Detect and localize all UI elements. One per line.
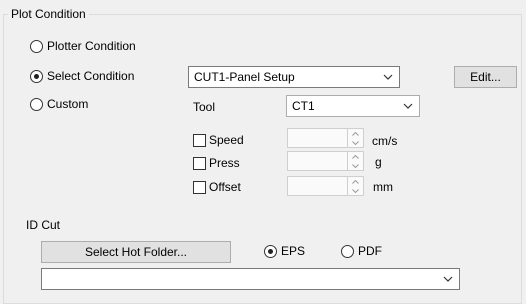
- press-checkbox[interactable]: Press: [193, 156, 240, 170]
- tool-dropdown-value: CT1: [292, 99, 315, 113]
- caret-up-icon[interactable]: [348, 152, 363, 161]
- tool-dropdown[interactable]: CT1: [286, 95, 420, 117]
- speed-unit: cm/s: [372, 134, 398, 148]
- offset-label: Offset: [209, 180, 241, 194]
- hot-folder-dropdown[interactable]: [41, 268, 460, 290]
- radio-indicator: [30, 97, 43, 111]
- speed-stepper[interactable]: [287, 128, 364, 148]
- chevron-down-icon: [377, 67, 399, 87]
- tool-label: Tool: [193, 100, 216, 114]
- offset-stepper[interactable]: [287, 176, 364, 196]
- caret-down-icon[interactable]: [348, 161, 363, 170]
- custom-radio[interactable]: Custom: [30, 97, 88, 111]
- checkbox-box: [193, 180, 206, 194]
- radio-indicator: [341, 244, 354, 258]
- id-cut-title: ID Cut: [26, 218, 61, 232]
- select-hot-folder-button[interactable]: Select Hot Folder...: [41, 241, 231, 263]
- caret-up-icon[interactable]: [348, 129, 363, 138]
- pdf-radio[interactable]: PDF: [341, 244, 382, 258]
- speed-label: Speed: [209, 133, 244, 147]
- chevron-down-icon: [397, 96, 419, 116]
- pdf-label: PDF: [358, 244, 382, 258]
- select-condition-radio[interactable]: Select Condition: [30, 69, 134, 83]
- speed-checkbox[interactable]: Speed: [193, 133, 244, 147]
- radio-indicator-selected: [264, 244, 277, 258]
- press-unit: g: [375, 155, 382, 169]
- offset-unit: mm: [373, 180, 393, 194]
- checkbox-box: [193, 156, 206, 170]
- press-stepper[interactable]: [287, 151, 364, 171]
- caret-down-icon[interactable]: [348, 186, 363, 195]
- radio-indicator: [30, 39, 43, 53]
- plot-condition-title: Plot Condition: [8, 7, 89, 21]
- checkbox-box: [193, 133, 206, 147]
- radio-indicator-selected: [30, 69, 43, 83]
- plotter-condition-label: Plotter Condition: [47, 39, 136, 53]
- condition-dropdown-value: CUT1-Panel Setup: [194, 70, 295, 84]
- press-label: Press: [209, 156, 240, 170]
- select-condition-label: Select Condition: [47, 69, 135, 83]
- custom-label: Custom: [47, 97, 89, 111]
- eps-radio[interactable]: EPS: [264, 244, 305, 258]
- chevron-down-icon: [437, 269, 459, 289]
- offset-checkbox[interactable]: Offset: [193, 180, 241, 194]
- caret-up-icon[interactable]: [348, 177, 363, 186]
- eps-label: EPS: [281, 244, 306, 258]
- plotter-condition-radio[interactable]: Plotter Condition: [30, 39, 136, 53]
- edit-button[interactable]: Edit...: [454, 66, 517, 88]
- condition-dropdown[interactable]: CUT1-Panel Setup: [188, 66, 400, 88]
- caret-down-icon[interactable]: [348, 138, 363, 147]
